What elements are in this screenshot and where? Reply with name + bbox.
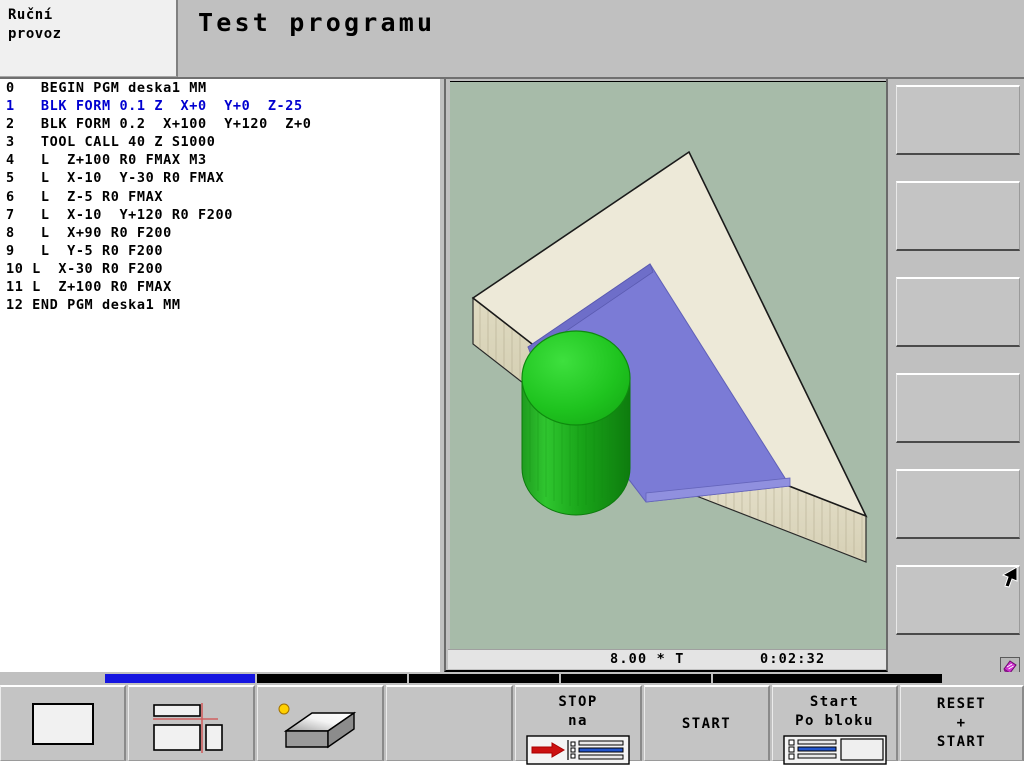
tool-cylinder xyxy=(521,330,631,516)
softkey-reset-start-label: RESET + START xyxy=(936,696,987,750)
softkey-row: STOP na START Start Po bloku RESET + START xyxy=(0,685,1024,765)
screen-rect-icon-wrapper xyxy=(1,703,124,745)
page-indicator-segment-1 xyxy=(105,674,255,683)
simulation-render xyxy=(471,150,868,563)
program-line-10[interactable]: 10 L X-30 R0 F200 xyxy=(0,260,440,278)
machining-time-value: 0:02:32 xyxy=(760,651,826,667)
operating-mode-line-2: provoz xyxy=(8,26,62,42)
vertical-softkey-4[interactable] xyxy=(896,373,1020,443)
vertical-softkey-5[interactable] xyxy=(896,469,1020,539)
nc-program-listing[interactable]: 0 BEGIN PGM deska1 MM 1 BLK FORM 0.1 Z X+… xyxy=(0,79,440,672)
program-line-4[interactable]: 4 L Z+100 R0 FMAX M3 xyxy=(0,151,440,169)
vertical-softkey-6[interactable] xyxy=(896,565,1020,635)
softkey-start[interactable]: START xyxy=(644,685,770,761)
bottom-softkey-bar: STOP na START Start Po bloku RESET + START xyxy=(0,672,1024,765)
header-bar: Ruční provoz Test programu xyxy=(0,0,1024,78)
operating-mode-box[interactable]: Ruční provoz xyxy=(0,0,178,77)
softkey-3d-view[interactable] xyxy=(257,685,384,761)
screen-rect-icon xyxy=(31,703,94,745)
program-line-6[interactable]: 6 L Z-5 R0 FMAX xyxy=(0,188,440,206)
page-indicator-segment-2 xyxy=(257,674,407,683)
title-area: Test programu xyxy=(180,0,1024,77)
operating-mode-line-1: Ruční xyxy=(8,7,53,23)
program-line-5[interactable]: 5 L X-10 Y-30 R0 FMAX xyxy=(0,169,440,187)
program-line-2[interactable]: 2 BLK FORM 0.2 X+100 Y+120 Z+0 xyxy=(0,115,440,133)
tool-status-value: 8.00 * T xyxy=(610,651,685,667)
3d-simulation-viewport[interactable] xyxy=(450,81,886,649)
program-line-9[interactable]: 9 L Y-5 R0 F200 xyxy=(0,242,440,260)
softkey-page-indicator xyxy=(0,674,1024,683)
softkey-screen-layout-full[interactable] xyxy=(0,685,126,761)
program-line-7[interactable]: 7 L X-10 Y+120 R0 F200 xyxy=(0,206,440,224)
softkey-start-single-block-label: Start Po bloku xyxy=(795,694,874,729)
program-line-8[interactable]: 8 L X+90 R0 F200 xyxy=(0,224,440,242)
vertical-softkey-1[interactable] xyxy=(896,85,1020,155)
screen-split-icon xyxy=(153,703,223,753)
softkey-reset-start[interactable]: RESET + START xyxy=(900,685,1024,761)
softkey-start-label: START xyxy=(681,716,732,732)
softkey-start-single-block[interactable]: Start Po bloku xyxy=(772,685,898,765)
page-indicator-segment-5 xyxy=(713,674,942,683)
main-content-area: 0 BEGIN PGM deska1 MM 1 BLK FORM 0.1 Z X+… xyxy=(0,79,1024,672)
softkey-stop-at[interactable]: STOP na xyxy=(515,685,642,765)
softkey-stop-at-label: STOP na xyxy=(558,694,598,729)
solid-box-icon-wrapper xyxy=(258,703,382,753)
vertical-softkey-column xyxy=(890,79,1024,672)
graphics-panel: 8.00 * T 0:02:32 xyxy=(444,79,888,672)
program-line-11[interactable]: 11 L Z+100 R0 FMAX xyxy=(0,278,440,296)
cnc-control-screen: Ruční provoz Test programu 0 BEGIN PGM d… xyxy=(0,0,1024,765)
program-line-3[interactable]: 3 TOOL CALL 40 Z S1000 xyxy=(0,133,440,151)
program-line-1[interactable]: 1 BLK FORM 0.1 Z X+0 Y+0 Z-25 xyxy=(0,97,440,115)
softkey-blank-4[interactable] xyxy=(386,685,513,761)
vertical-softkey-2[interactable] xyxy=(896,181,1020,251)
screen-split-icon-wrapper xyxy=(129,703,253,753)
page-indicator-segment-3 xyxy=(409,674,559,683)
program-line-12[interactable]: 12 END PGM deska1 MM xyxy=(0,296,440,314)
graphics-status-bar: 8.00 * T 0:02:32 xyxy=(448,649,886,669)
page-indicator-segment-4 xyxy=(561,674,711,683)
softkey-screen-split[interactable] xyxy=(128,685,255,761)
vertical-softkey-3[interactable] xyxy=(896,277,1020,347)
page-title: Test programu xyxy=(198,8,436,37)
program-line-0[interactable]: 0 BEGIN PGM deska1 MM xyxy=(0,79,440,97)
solid-box-icon xyxy=(278,703,357,749)
